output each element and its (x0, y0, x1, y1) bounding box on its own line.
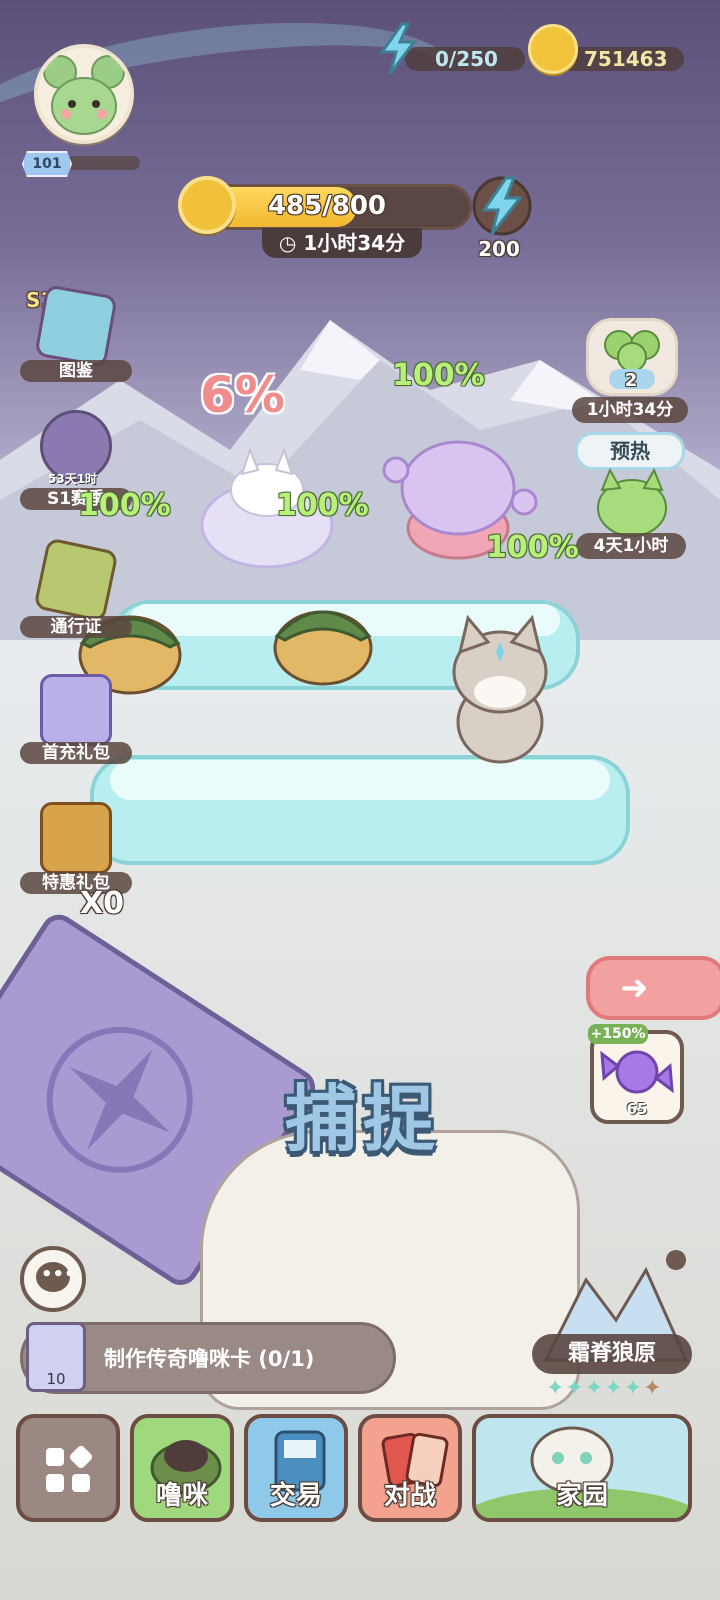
clover-count: 2 (624, 370, 638, 391)
nav-lumi[interactable]: 噜咪 (130, 1414, 234, 1522)
chat-dots: ••• (41, 1264, 76, 1285)
event-timer-text: 1小时34分 (303, 231, 406, 255)
mouse-avatar-icon (43, 55, 125, 135)
creature-dino-right[interactable] (268, 578, 378, 688)
side-menu-pass[interactable]: 通行证 (20, 537, 132, 640)
coin-icon (528, 24, 578, 74)
preheat-timer: 4天1小时 (576, 533, 686, 559)
flee-button[interactable]: ➜ (586, 956, 720, 1020)
pass-book-icon (33, 537, 119, 623)
candy-icon (600, 1050, 674, 1094)
star-empty-icon: ✦ (643, 1376, 663, 1401)
task-text: 制作传奇噜咪卡 (0/1) (104, 1347, 315, 1371)
side-menu-first-charge[interactable]: 首充礼包 (20, 670, 132, 770)
event-timer: ◷ 1小时34分 (262, 228, 422, 258)
catch-chance-cloud: 100% (276, 488, 369, 523)
candy-count: 65 (626, 1100, 648, 1118)
energy-bolt-icon (379, 22, 417, 75)
task-count: 10 (46, 1370, 66, 1388)
side-menu-label-collection: 图鉴 (20, 360, 132, 382)
scroll-icon (178, 176, 236, 234)
clover-timer: 1小时34分 (572, 397, 688, 423)
card-count: X0 (80, 886, 125, 921)
menu-grid-icon (46, 1445, 93, 1492)
run-icon: ➜ (620, 968, 649, 1008)
player-avatar[interactable] (34, 44, 134, 144)
clock-icon: ◷ (278, 231, 297, 255)
preheat-creature-icon[interactable] (590, 468, 674, 538)
star-icon: ✦✦✦✦✦ (546, 1376, 644, 1401)
catch-chance-sheep: 100% (392, 358, 485, 393)
level-badge: 101 (22, 151, 72, 177)
nav-trade[interactable]: 交易 (244, 1414, 348, 1522)
nav-menu-button[interactable] (16, 1414, 120, 1522)
nav-battle[interactable]: 对战 (358, 1414, 462, 1522)
side-menu-label-first-charge: 首充礼包 (20, 742, 132, 764)
side-menu-label-pass: 通行证 (20, 616, 132, 638)
chat-button[interactable]: ••• (20, 1246, 86, 1312)
capture-button[interactable]: 捕捉 (258, 1060, 468, 1165)
gift-box-icon (40, 674, 112, 746)
catch-chance-right: 100% (486, 530, 579, 565)
boost-percent: +150% (588, 1024, 648, 1044)
creature-wolf-pup[interactable] (440, 612, 580, 772)
level-progress-bar (66, 156, 140, 170)
region-stars: ✦✦✦✦✦✦ (546, 1376, 663, 1401)
catch-chance-left: 100% (78, 488, 171, 523)
reward-bolt-icon[interactable] (468, 172, 536, 238)
reward-amount: 200 (478, 237, 520, 261)
catch-chance-main: 6% (200, 366, 285, 424)
nav-label-trade: 交易 (269, 1481, 322, 1511)
nav-label-home: 家园 (555, 1481, 608, 1511)
side-menu-special-offer[interactable]: 特惠礼包 (20, 800, 132, 900)
treasure-chest-icon (40, 802, 112, 874)
nav-label-battle: 对战 (383, 1481, 436, 1511)
nav-label-lumi: 噜咪 (155, 1481, 208, 1511)
preheat-badge[interactable]: 预热 (575, 432, 685, 470)
season-timer: 53天1时 (48, 472, 98, 486)
nav-home[interactable]: 家园 (472, 1414, 692, 1522)
side-menu-collection[interactable]: S1 图鉴 (20, 284, 132, 384)
energy-counter: 0/250 (405, 47, 525, 71)
region-name: 霜脊狼原 (532, 1334, 692, 1374)
book-icon (34, 284, 118, 368)
